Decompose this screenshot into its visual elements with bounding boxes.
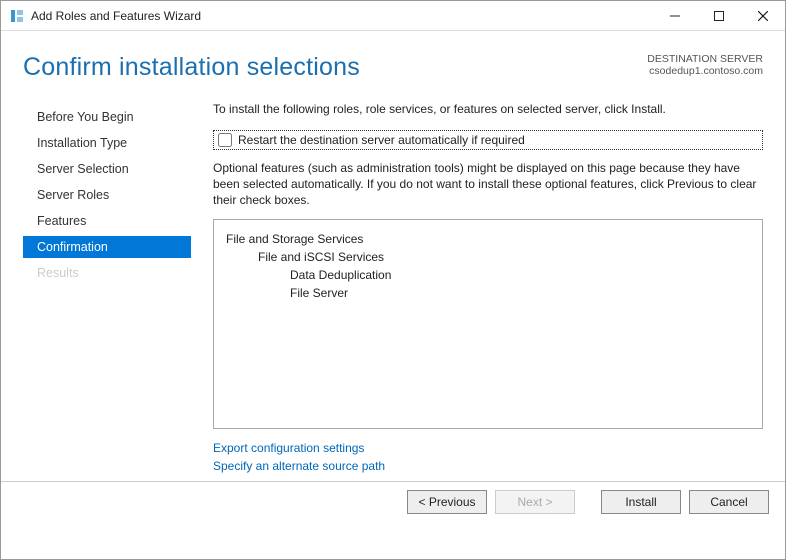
destination-info: DESTINATION SERVER csodedup1.contoso.com: [647, 53, 763, 77]
alt-source-path-link[interactable]: Specify an alternate source path: [213, 459, 763, 473]
destination-server: csodedup1.contoso.com: [647, 65, 763, 77]
nav-server-selection[interactable]: Server Selection: [23, 158, 191, 180]
next-button: Next >: [495, 490, 575, 514]
feature-item: File and iSCSI Services: [258, 250, 750, 264]
feature-item: File and Storage Services: [226, 232, 750, 246]
nav-features[interactable]: Features: [23, 210, 191, 232]
wizard-icon: [9, 8, 25, 24]
nav-server-roles[interactable]: Server Roles: [23, 184, 191, 206]
selected-features-box: File and Storage Services File and iSCSI…: [213, 219, 763, 429]
page-heading: Confirm installation selections: [23, 53, 360, 82]
feature-item: Data Deduplication: [290, 268, 750, 282]
destination-label: DESTINATION SERVER: [647, 53, 763, 65]
feature-item: File Server: [290, 286, 750, 300]
restart-checkbox-label: Restart the destination server automatic…: [238, 133, 525, 147]
wizard-button-bar: < Previous Next > Install Cancel: [1, 481, 785, 521]
action-links: Export configuration settings Specify an…: [213, 441, 763, 473]
wizard-content: Confirm installation selections DESTINAT…: [1, 31, 785, 521]
minimize-button[interactable]: [653, 1, 697, 31]
nav-installation-type[interactable]: Installation Type: [23, 132, 191, 154]
close-button[interactable]: [741, 1, 785, 31]
window-title: Add Roles and Features Wizard: [31, 9, 201, 23]
instruction-text: To install the following roles, role ser…: [213, 102, 763, 116]
install-button[interactable]: Install: [601, 490, 681, 514]
maximize-button[interactable]: [697, 1, 741, 31]
cancel-button[interactable]: Cancel: [689, 490, 769, 514]
nav-results: Results: [23, 262, 191, 284]
titlebar: Add Roles and Features Wizard: [1, 1, 785, 31]
wizard-nav: Before You Begin Installation Type Serve…: [23, 106, 191, 477]
restart-checkbox[interactable]: [218, 133, 232, 147]
nav-before-you-begin[interactable]: Before You Begin: [23, 106, 191, 128]
previous-button[interactable]: < Previous: [407, 490, 487, 514]
nav-confirmation[interactable]: Confirmation: [23, 236, 191, 258]
wizard-main: To install the following roles, role ser…: [191, 102, 763, 477]
optional-features-note: Optional features (such as administratio…: [213, 160, 763, 209]
export-config-link[interactable]: Export configuration settings: [213, 441, 763, 455]
restart-option-row: Restart the destination server automatic…: [213, 130, 763, 150]
